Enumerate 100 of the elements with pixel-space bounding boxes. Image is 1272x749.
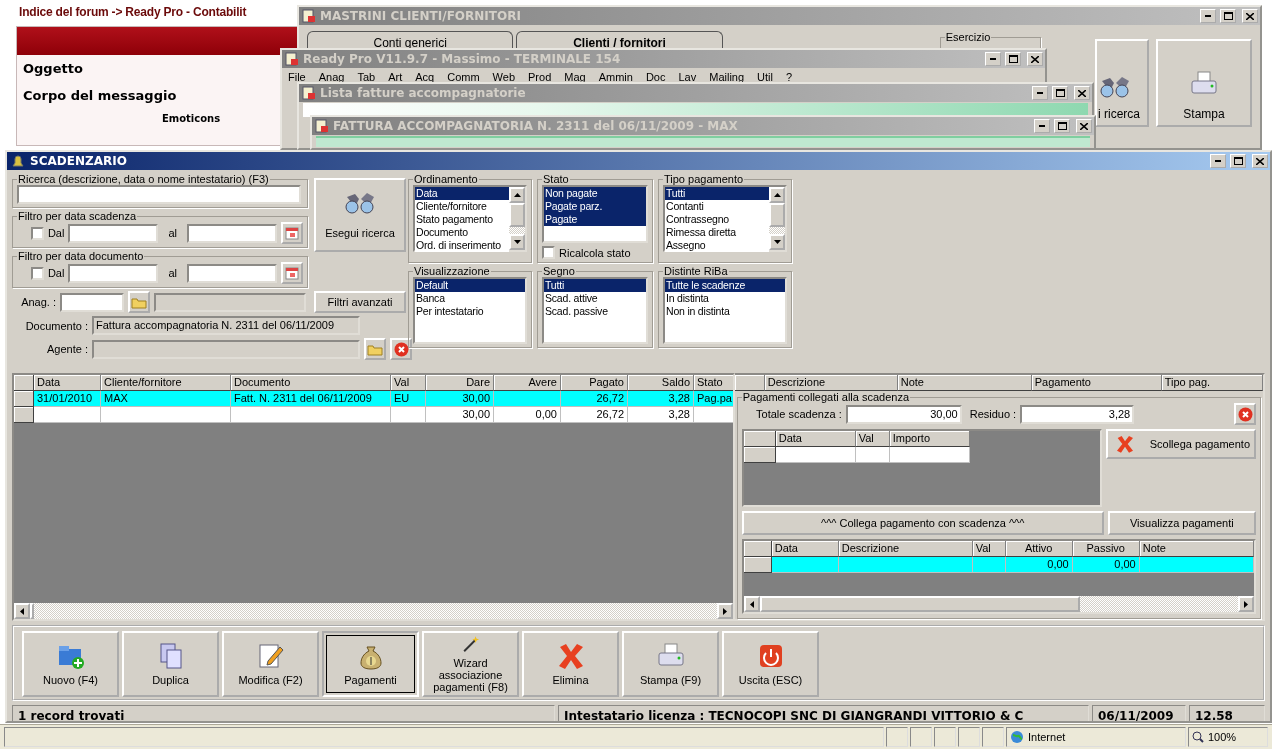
view-payments-button[interactable]: Visualizza pagamenti — [1107, 511, 1256, 535]
list-box[interactable]: Data Cliente/fornitore Stato pagamento Documento Ord. di inserimento — [413, 185, 527, 252]
total-field[interactable]: 30,00 — [845, 404, 962, 424]
form-label: Corpo del messaggio — [22, 87, 178, 105]
menu-item[interactable]: Web — [492, 71, 516, 83]
table-cell: 26,72 — [561, 407, 628, 423]
list-item[interactable]: Default — [415, 279, 525, 292]
column-header[interactable]: Saldo — [628, 375, 694, 391]
list-item[interactable]: Tutti — [544, 279, 646, 292]
toolbar-button[interactable]: Uscita (ESC) — [722, 631, 819, 697]
menu-item[interactable]: Util — [757, 71, 773, 83]
menu-item[interactable]: Art — [388, 71, 403, 83]
button-label: Wizard associazione pagamenti (F8) — [432, 656, 509, 693]
breadcrumb: Indice del forum -> Ready Pro - Contabilit — [19, 5, 247, 19]
column-header[interactable]: Stato — [694, 375, 733, 391]
list-box[interactable]: Tutti Contanti Contrassegno Rimessa diretta Assegno — [663, 185, 787, 252]
list-item[interactable]: Pagate parz. — [544, 200, 646, 213]
table-cell: 30,00 — [426, 407, 494, 423]
column-header[interactable]: Cliente/fornitore — [101, 375, 231, 391]
toolbar-button[interactable]: i ricerca — [1095, 39, 1149, 127]
button-label: Nuovo (F4) — [43, 674, 98, 687]
list-item[interactable]: Ord. di inserimento — [415, 239, 509, 252]
column-header[interactable]: Note — [1139, 541, 1254, 557]
list-box[interactable]: Tutte le scadenze In distinta Non in distinta — [663, 277, 787, 344]
search-button[interactable]: Esegui ricerca — [314, 178, 406, 252]
toolbar-button[interactable]: Pagamenti — [322, 631, 419, 697]
column-header[interactable]: Data — [775, 431, 856, 447]
list-item[interactable]: Data — [415, 187, 509, 200]
list-item[interactable]: Assegno — [665, 239, 769, 252]
table-cell: 0,00 — [494, 407, 561, 423]
toolbar-button[interactable]: Stampa — [1156, 39, 1252, 127]
group-title: Stato — [542, 173, 570, 185]
column-header[interactable]: Val — [855, 431, 890, 447]
column-header[interactable]: Descrizione — [764, 375, 898, 391]
column-header[interactable]: Dare — [426, 375, 494, 391]
document-field: Fattura accompagnatoria N. 2311 del 06/11/2009 — [92, 316, 360, 335]
residual-field[interactable]: 3,28 — [1020, 404, 1135, 424]
field-label: Dal — [47, 227, 65, 239]
table-cell: 26,72 — [561, 391, 628, 407]
list-item[interactable]: Tutti — [665, 187, 769, 200]
table-cell: EU — [391, 391, 426, 407]
menu-item[interactable]: Ammin — [598, 71, 633, 83]
table-cell: 30,00 — [426, 391, 494, 407]
column-header[interactable]: Val — [391, 375, 426, 391]
toolbar-button[interactable]: Stampa (F9) — [622, 631, 719, 697]
table-cell: 31/01/2010 — [34, 391, 101, 407]
toolbar-button[interactable]: Nuovo (F4) — [22, 631, 119, 697]
column-header[interactable]: Passivo — [1072, 541, 1140, 557]
tab[interactable]: Clienti / fornitori — [516, 31, 723, 51]
zoom-control[interactable]: 100% — [1188, 727, 1268, 747]
list-box[interactable]: Tutti Scad. attive Scad. passive — [542, 277, 648, 344]
column-header[interactable]: Importo — [889, 431, 970, 447]
menu-item[interactable]: Mailing — [709, 71, 745, 83]
column-header[interactable]: Attivo — [1005, 541, 1073, 557]
list-box[interactable]: Non pagate Pagate parz. Pagate — [542, 185, 648, 243]
list-item[interactable]: Non pagate — [544, 187, 646, 200]
list-box[interactable]: Default Banca Per intestatario — [413, 277, 527, 344]
checkbox-label: Ricalcola stato — [559, 246, 631, 259]
list-item[interactable]: Tutte le scadenze — [665, 279, 785, 292]
group-title: Filtro per data scadenza — [17, 210, 137, 222]
column-header[interactable]: Descrizione — [838, 541, 973, 557]
menu-item[interactable]: Doc — [645, 71, 666, 83]
menu-item[interactable]: ? — [786, 71, 793, 83]
column-header[interactable]: Documento — [231, 375, 391, 391]
toolbar-button[interactable]: Modifica (F2) — [222, 631, 319, 697]
menu-item[interactable]: Tab — [357, 71, 376, 83]
zoom-text: 100% — [1208, 731, 1237, 743]
field-label: Dal — [47, 267, 65, 279]
table-cell: Fatt. N. 2311 del 06/11/2009 — [231, 391, 391, 407]
unlink-payment-button[interactable]: Scollega pagamento — [1105, 429, 1256, 459]
menu-item[interactable]: Acq — [415, 71, 435, 83]
menu-item[interactable]: Prod — [528, 71, 552, 83]
button-label: Stampa (F9) — [639, 674, 702, 687]
toolbar-button[interactable]: Elimina — [522, 631, 619, 697]
field-label: Documento : — [24, 319, 88, 332]
column-header[interactable]: Tipo pag. — [1161, 375, 1263, 391]
link-payment-button[interactable]: ^^^ Collega pagamento con scadenza ^^^ — [741, 511, 1104, 535]
menu-item[interactable]: Mag — [564, 71, 586, 83]
column-header[interactable]: Val — [972, 541, 1006, 557]
group-title: Segno — [542, 265, 576, 277]
button-label: Duplica — [152, 674, 189, 687]
menu-item[interactable]: Anag — [318, 71, 345, 83]
column-header[interactable]: Pagamento — [1031, 375, 1162, 391]
table-cell: 0,00 — [1072, 557, 1140, 573]
window-title: SCADENZARIO — [30, 154, 128, 168]
field-label: al — [168, 267, 177, 279]
column-header[interactable]: Data — [771, 541, 839, 557]
list-item[interactable]: Pagate — [544, 213, 646, 226]
column-header[interactable]: Note — [897, 375, 1032, 391]
tab[interactable]: Conti generici — [307, 31, 514, 51]
table-cell: 0,00 — [1005, 557, 1073, 573]
column-header[interactable]: Pagato — [561, 375, 628, 391]
column-header[interactable]: Avere — [494, 375, 561, 391]
advanced-filters-button[interactable]: Filtri avanzati — [314, 291, 406, 313]
menu-item[interactable]: Comm — [447, 71, 480, 83]
toolbar-button[interactable]: Duplica — [122, 631, 219, 697]
column-header[interactable]: Data — [34, 375, 101, 391]
menu-item[interactable]: File — [288, 71, 306, 83]
menu-item[interactable]: Lav — [678, 71, 697, 83]
toolbar-button[interactable]: Wizard associazione pagamenti (F8) — [422, 631, 519, 697]
